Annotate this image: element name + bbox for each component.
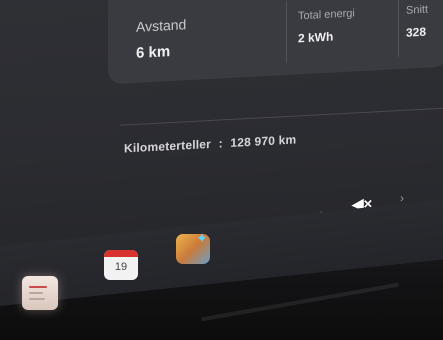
section-divider <box>120 107 443 126</box>
notes-line <box>29 286 47 288</box>
sparkle-icon: ✦ <box>196 230 208 246</box>
notes-line <box>29 298 45 300</box>
trip-summary-card: Avstand 6 km Total energi 2 kWh Snitt 32… <box>108 0 443 85</box>
trip-distance-value: 6 km <box>136 43 171 62</box>
odometer-label: Kilometerteller <box>124 136 212 156</box>
notes-line <box>29 292 43 294</box>
calendar-day-number: 19 <box>114 261 128 273</box>
card-divider <box>286 0 287 64</box>
odometer-separator: : <box>218 136 223 151</box>
trip-average: Snitt 328 <box>406 4 428 40</box>
trip-distance: Avstand 6 km <box>136 16 186 62</box>
trip-distance-label: Avstand <box>136 16 187 35</box>
calendar-header-band <box>104 250 138 257</box>
trip-average-value: 328 <box>406 24 427 40</box>
trip-average-label: Snitt <box>406 3 429 17</box>
calendar-app-icon[interactable]: 19 <box>104 250 138 280</box>
odometer-row: Kilometerteller : 128 970 km <box>124 132 296 155</box>
odometer-value: 128 970 km <box>230 132 297 150</box>
toybox-app-icon[interactable]: ✦ <box>176 230 210 264</box>
trip-total-energy: Total energi 2 kWh <box>298 7 355 45</box>
card-divider <box>398 0 399 58</box>
trip-total-energy-label: Total energi <box>298 7 355 23</box>
trip-total-energy-value: 2 kWh <box>298 29 334 46</box>
notes-app-icon[interactable] <box>22 276 58 310</box>
car-display-photo: Avstand 6 km Total energi 2 kWh Snitt 32… <box>0 0 443 340</box>
bezel-reflection <box>201 282 399 322</box>
